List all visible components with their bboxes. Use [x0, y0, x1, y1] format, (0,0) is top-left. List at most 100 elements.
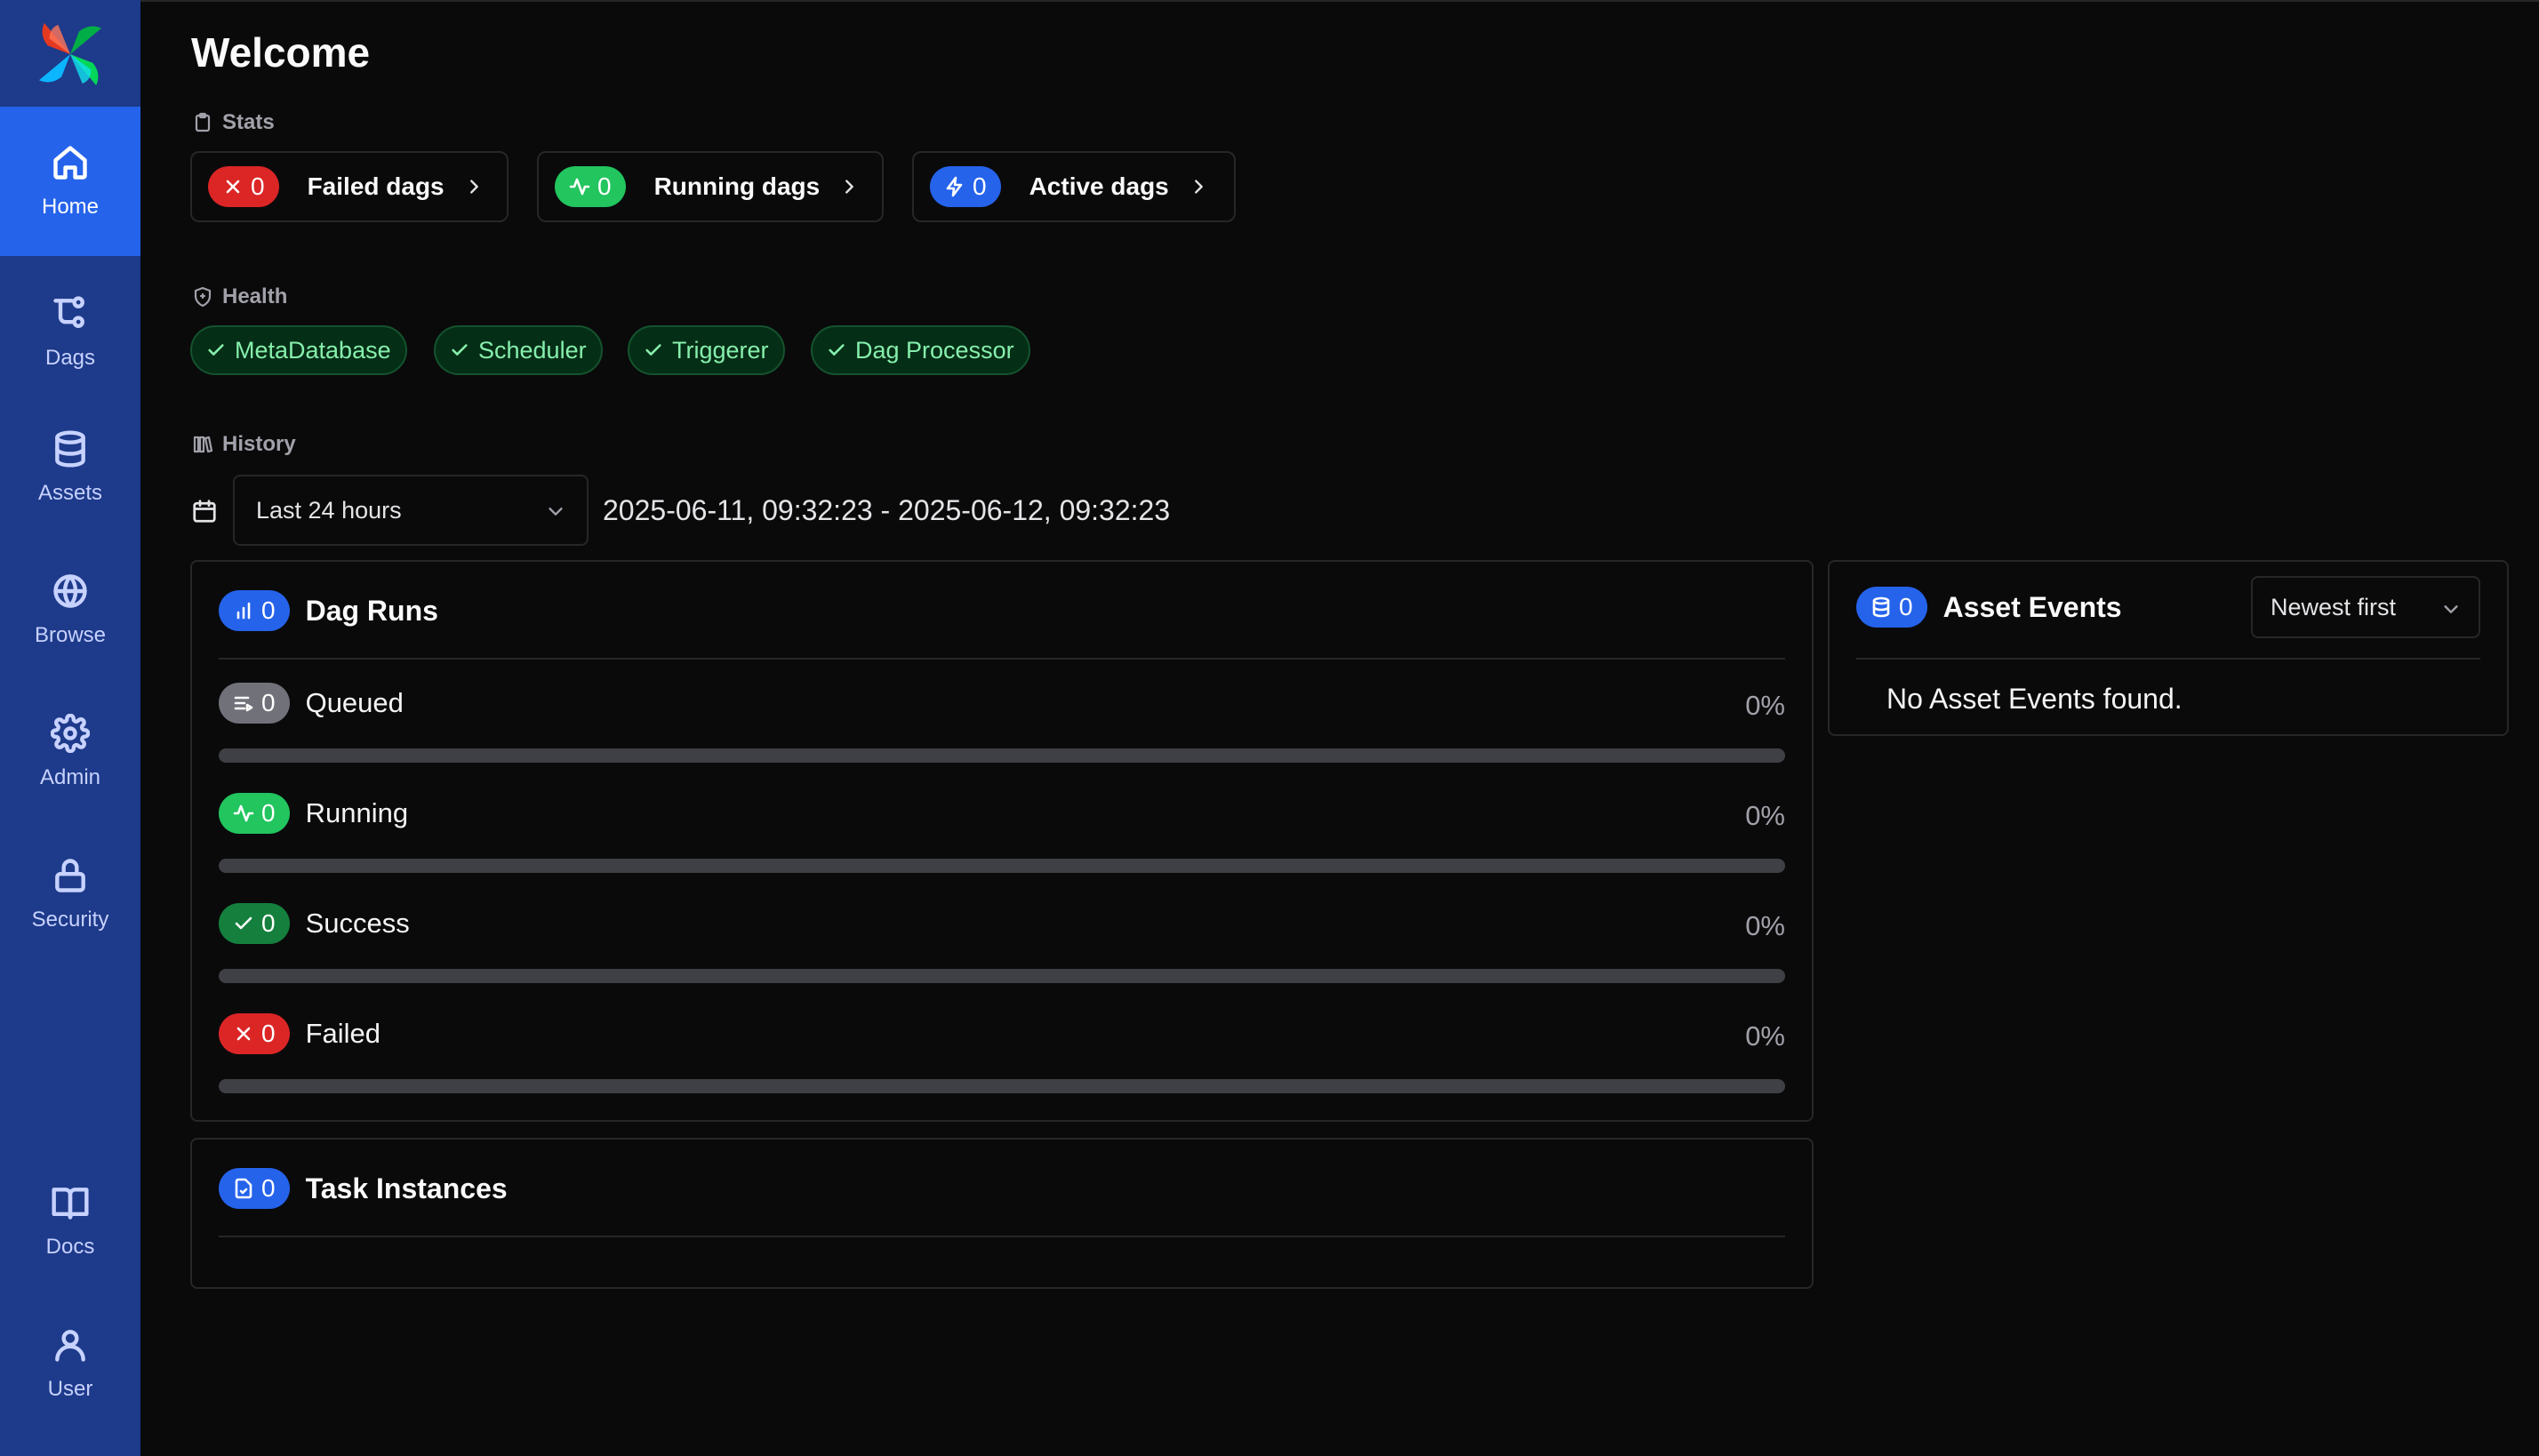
sidebar-item-label: Assets	[37, 481, 103, 505]
sidebar-item-browse[interactable]: Browse	[0, 535, 140, 684]
sidebar-item-docs[interactable]: Docs	[0, 1147, 140, 1296]
queued-progress-bar	[219, 748, 1785, 763]
time-range-select[interactable]: Last 24 hours	[233, 475, 589, 546]
running-dags-label: Running dags	[653, 172, 821, 200]
failed-dags-card[interactable]: 0 Failed dags	[190, 151, 509, 222]
queued-percent: 0%	[1745, 690, 1785, 721]
clipboard-icon	[195, 112, 211, 132]
running-count: 0	[261, 799, 276, 827]
page-title: Welcome	[191, 29, 371, 76]
sidebar-item-admin[interactable]: Admin	[0, 677, 140, 827]
health-badge-dag-processor: Dag Processor	[811, 325, 1030, 375]
history-label: History	[222, 432, 296, 456]
sidebar-item-assets[interactable]: Assets	[0, 393, 140, 542]
sidebar-item-label: Admin	[39, 765, 101, 789]
success-percent: 0%	[1745, 910, 1785, 941]
stats-label: Stats	[222, 110, 275, 134]
database-icon	[1872, 596, 1890, 618]
failed-dags-count: 0	[251, 172, 265, 200]
dag-runs-badge: 0	[219, 590, 290, 631]
panel-divider	[219, 1236, 1785, 1237]
check-icon	[208, 344, 224, 356]
check-icon	[235, 916, 252, 930]
chevron-right-icon	[469, 180, 478, 194]
active-dags-label: Active dags	[1029, 172, 1169, 200]
queued-label: Queued	[305, 687, 404, 718]
database-icon	[55, 430, 85, 468]
asset-events-title: Asset Events	[1942, 590, 2122, 623]
check-icon	[452, 344, 468, 356]
task-instances-title: Task Instances	[305, 1172, 508, 1204]
stats-section-label: Stats	[192, 110, 275, 135]
task-instances-count: 0	[261, 1174, 276, 1202]
dag-runs-header: 0 Dag Runs	[219, 590, 438, 631]
asset-events-header: 0 Asset Events	[1856, 587, 2122, 628]
success-label: Success	[305, 908, 410, 939]
running-dags-badge: 0	[555, 166, 626, 207]
chevron-right-icon	[1194, 180, 1203, 194]
health-badge-triggerer: Triggerer	[628, 325, 785, 375]
dags-icon	[53, 296, 84, 328]
activity-icon	[569, 178, 590, 196]
active-dags-badge: 0	[930, 166, 1001, 207]
sidebar-item-label: Docs	[45, 1235, 95, 1259]
health-badge-metadatabase: MetaDatabase	[190, 325, 407, 375]
failed-percent: 0%	[1745, 1020, 1785, 1052]
dag-run-row-failed[interactable]: 0 Failed	[219, 1013, 380, 1054]
task-instances-badge: 0	[219, 1168, 290, 1209]
running-label: Running	[305, 797, 409, 828]
dag-runs-count: 0	[261, 596, 276, 624]
failed-dags-label: Failed dags	[307, 172, 445, 200]
x-icon	[236, 1027, 251, 1041]
dag-runs-title: Dag Runs	[305, 594, 438, 627]
health-item-label: MetaDatabase	[235, 336, 391, 364]
check-icon	[829, 344, 845, 356]
health-section-label: Health	[192, 284, 287, 309]
running-badge: 0	[219, 793, 290, 834]
queue-icon	[234, 696, 253, 712]
check-icon	[645, 344, 661, 356]
sidebar-item-label: Browse	[34, 623, 107, 647]
active-dags-card[interactable]: 0 Active dags	[912, 151, 1236, 222]
chevron-right-icon	[845, 180, 854, 194]
activity-icon	[233, 804, 254, 822]
sidebar-item-security[interactable]: Security	[0, 820, 140, 969]
asset-events-badge: 0	[1856, 587, 1927, 628]
dag-run-row-running[interactable]: 0 Running	[219, 793, 408, 834]
running-dags-count: 0	[597, 172, 612, 200]
sidebar-item-label: Dags	[44, 346, 96, 370]
file-check-icon	[235, 1178, 252, 1199]
chevron-down-icon	[2444, 605, 2458, 613]
panel-divider	[1856, 658, 2480, 660]
sidebar-item-user[interactable]: User	[0, 1289, 140, 1438]
lock-icon	[55, 859, 85, 892]
calendar-icon	[193, 500, 216, 523]
sidebar-item-label: Home	[41, 195, 100, 219]
time-range-value: Last 24 hours	[256, 496, 402, 524]
airflow-logo[interactable]	[36, 20, 105, 89]
user-icon	[55, 1330, 85, 1362]
sidebar-item-home[interactable]: Home	[0, 107, 140, 256]
gear-icon	[51, 714, 90, 753]
sidebar-item-dags[interactable]: Dags	[0, 258, 140, 407]
sidebar: Home Dags Assets Browse Admin Security D…	[0, 0, 140, 1456]
failed-count: 0	[261, 1020, 276, 1047]
task-instances-panel: 0 Task Instances	[190, 1138, 1814, 1289]
health-badge-scheduler: Scheduler	[434, 325, 603, 375]
active-dags-count: 0	[973, 172, 987, 200]
failed-dags-badge: 0	[208, 166, 279, 207]
asset-events-count: 0	[1899, 593, 1913, 620]
dag-run-row-success[interactable]: 0 Success	[219, 903, 410, 944]
asset-events-sort-select[interactable]: Newest first	[2251, 576, 2480, 638]
panel-divider	[219, 658, 1785, 660]
running-dags-card[interactable]: 0 Running dags	[537, 151, 884, 222]
failed-progress-bar	[219, 1079, 1785, 1093]
failed-label: Failed	[305, 1018, 381, 1049]
queued-count: 0	[261, 689, 276, 716]
success-count: 0	[261, 909, 276, 937]
dag-run-row-queued[interactable]: 0 Queued	[219, 683, 404, 724]
dag-runs-panel: 0 Dag Runs 0 Queued 0% 0 Running 0% 0 Su…	[190, 560, 1814, 1122]
time-range-text: 2025-06-11, 09:32:23 - 2025-06-12, 09:32…	[603, 494, 1171, 526]
task-instances-header: 0 Task Instances	[219, 1168, 508, 1209]
sort-value: Newest first	[2271, 593, 2397, 620]
